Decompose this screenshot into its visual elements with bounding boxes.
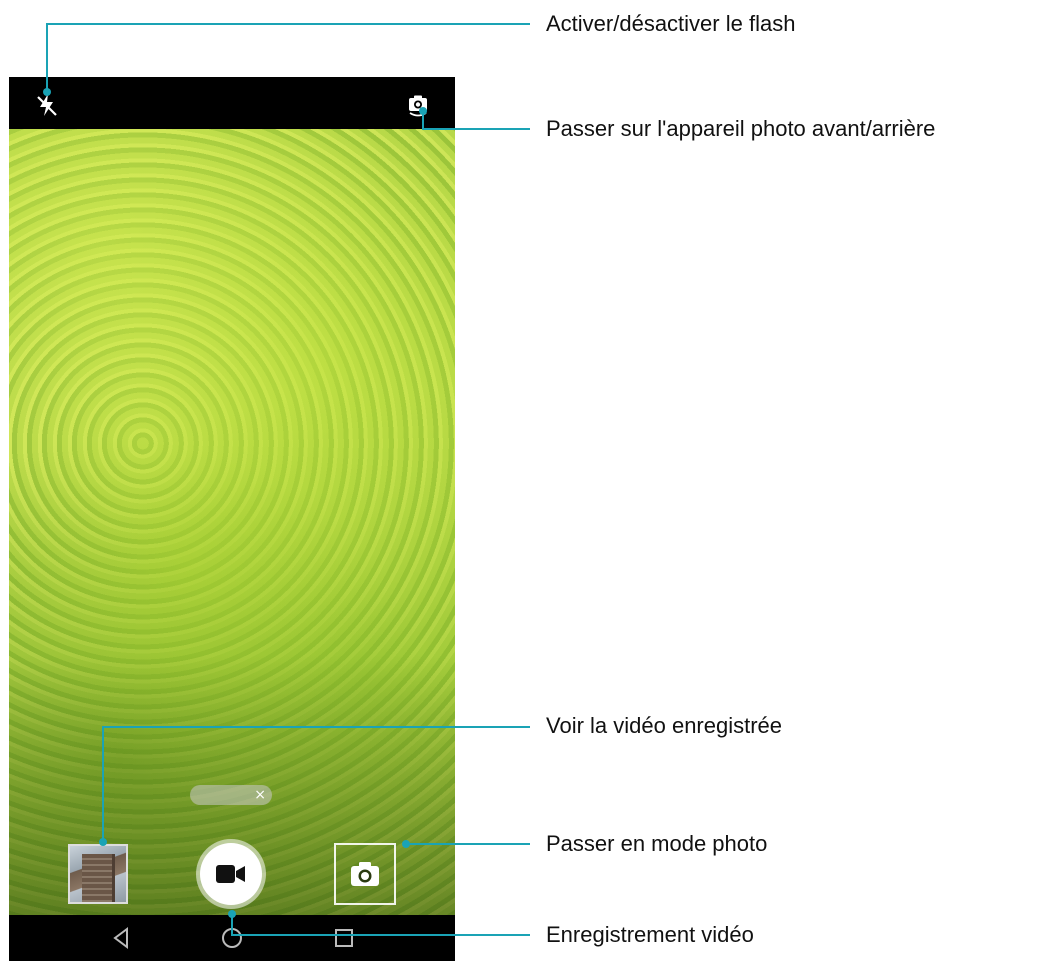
callout-lines <box>43 23 530 936</box>
callout-photo-mode: Passer en mode photo <box>546 831 768 856</box>
callout-flash: Activer/désactiver le flash <box>546 11 796 36</box>
callout-switch-camera: Passer sur l'appareil photo avant/arrièr… <box>546 116 936 141</box>
callout-record: Enregistrement vidéo <box>546 922 754 947</box>
callout-view-video: Voir la vidéo enregistrée <box>546 713 783 738</box>
